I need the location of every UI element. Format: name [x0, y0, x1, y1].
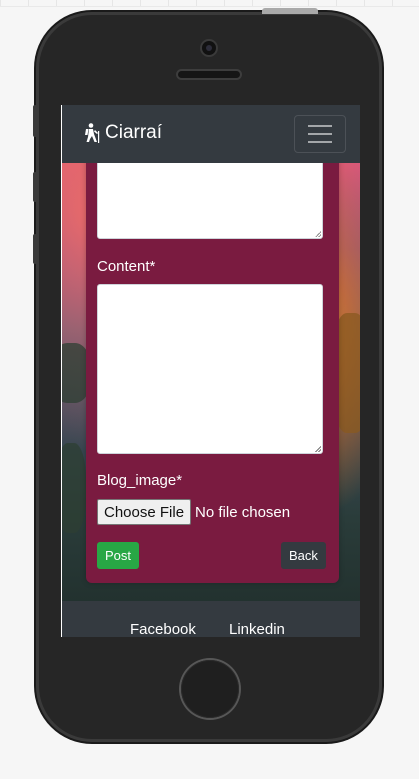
navbar: Ciarraí — [61, 105, 360, 163]
brand-name: Ciarraí — [105, 122, 163, 143]
footer: Facebook Linkedin — [61, 601, 360, 637]
volume-up-button — [33, 172, 37, 202]
footer-link-linkedin[interactable]: Linkedin — [229, 621, 285, 637]
volume-down-button — [33, 234, 37, 264]
content-label: Content* — [97, 258, 156, 275]
footer-link-facebook[interactable]: Facebook — [130, 621, 196, 637]
hamburger-icon-line — [308, 133, 332, 135]
hiking-icon — [85, 123, 100, 143]
hamburger-icon-line — [308, 141, 332, 143]
power-button — [262, 8, 318, 14]
screen-edge — [61, 105, 62, 637]
phone-screen: Ciarraí Content* Blog_image* Choose File… — [61, 105, 360, 637]
navbar-toggler-button[interactable] — [294, 115, 346, 153]
blog-form-card: Content* Blog_image* Choose File No file… — [86, 141, 339, 583]
brand-link[interactable]: Ciarraí — [83, 122, 162, 144]
mute-switch — [33, 105, 37, 137]
page-ruler — [0, 0, 419, 7]
file-input[interactable]: Choose File No file chosen — [97, 499, 290, 525]
front-camera — [202, 41, 216, 55]
resize-handle[interactable] — [315, 446, 321, 452]
content-textarea[interactable] — [97, 284, 323, 454]
file-status-text: No file chosen — [195, 503, 291, 521]
speaker-grille — [178, 71, 240, 78]
resize-handle[interactable] — [315, 231, 321, 237]
post-button[interactable]: Post — [97, 542, 140, 569]
home-button[interactable] — [181, 660, 239, 718]
back-button[interactable]: Back — [281, 542, 326, 569]
blog-image-label: Blog_image* — [97, 472, 183, 489]
choose-file-button[interactable]: Choose File — [97, 499, 192, 525]
hamburger-icon — [308, 125, 332, 127]
